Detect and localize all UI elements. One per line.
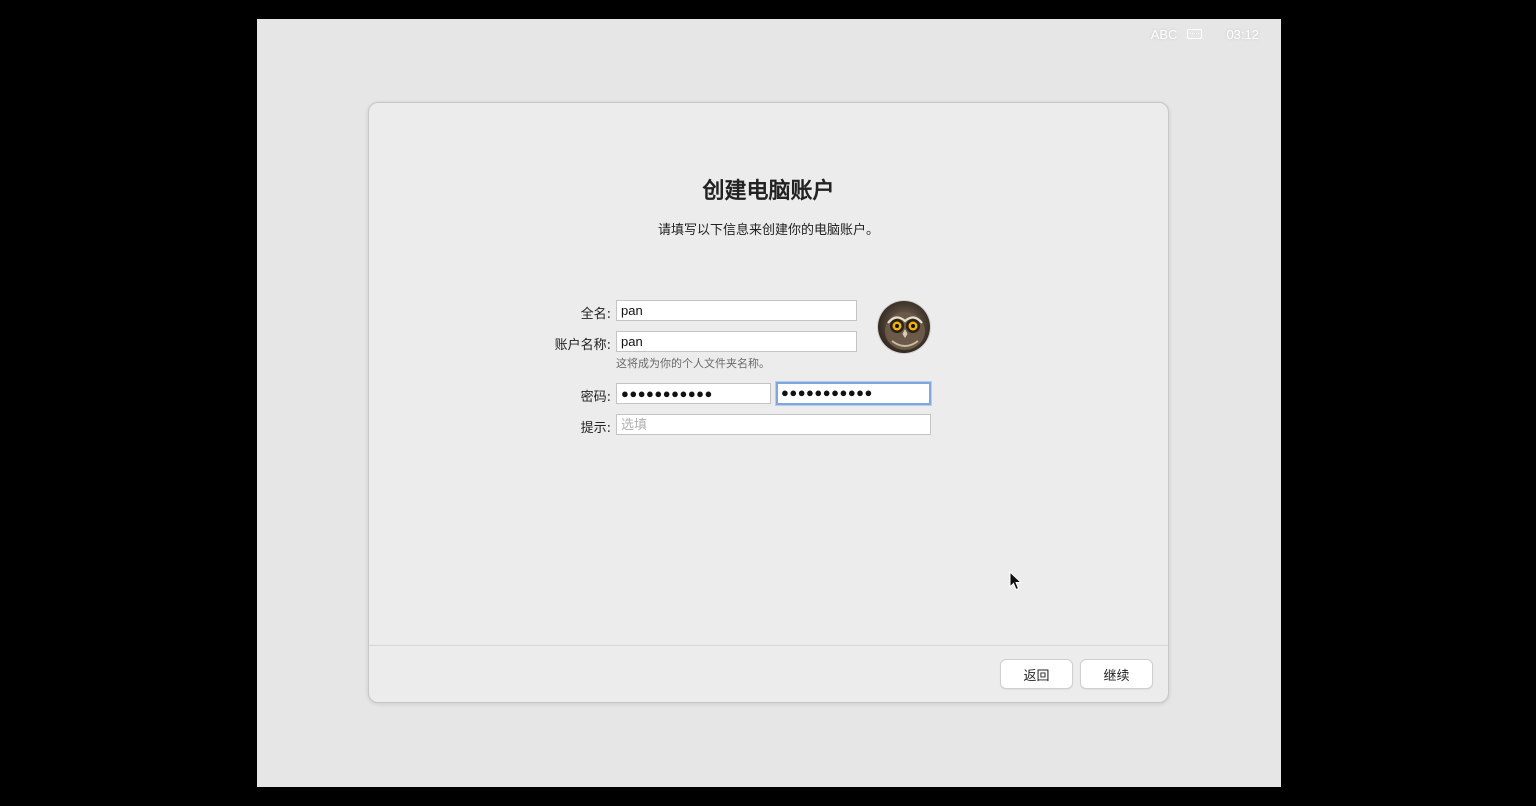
mouse-cursor-icon xyxy=(1009,571,1023,591)
back-button[interactable]: 返回 xyxy=(1000,659,1073,689)
page-subtitle: 请填写以下信息来创建你的电脑账户。 xyxy=(657,223,879,238)
verify-password-field[interactable]: ●●●●●●●●●●● xyxy=(776,382,931,405)
setup-dialog: 创建电脑账户 请填写以下信息来创建你的电脑账户。 全名: pan 账户名称: p… xyxy=(368,102,1169,703)
footer-divider xyxy=(369,645,1168,646)
hint-label: 提示: xyxy=(580,421,611,436)
owl-icon xyxy=(878,301,930,353)
continue-button[interactable]: 继续 xyxy=(1080,659,1153,689)
full-name-field[interactable]: pan xyxy=(616,300,857,321)
password-field[interactable]: ●●●●●●●●●●● xyxy=(616,383,771,404)
account-name-note: 这将成为你的个人文件夹名称。 xyxy=(616,357,770,370)
page-title: 创建电脑账户 xyxy=(702,179,835,204)
user-avatar[interactable] xyxy=(877,300,931,354)
full-name-label: 全名: xyxy=(580,307,611,322)
account-name-label: 账户名称: xyxy=(554,338,611,353)
status-bar: ABC 03:12 xyxy=(1151,25,1259,43)
keyboard-icon[interactable] xyxy=(1187,29,1203,39)
hint-field[interactable]: 选填 xyxy=(616,414,931,435)
clock: 03:12 xyxy=(1226,26,1259,42)
account-name-field[interactable]: pan xyxy=(616,331,857,352)
input-method-label[interactable]: ABC xyxy=(1151,27,1178,42)
password-label: 密码: xyxy=(580,390,611,405)
screen: ABC 03:12 创建电脑账户 请填写以下信息来创建你的电脑账户。 全名: p… xyxy=(257,19,1281,787)
